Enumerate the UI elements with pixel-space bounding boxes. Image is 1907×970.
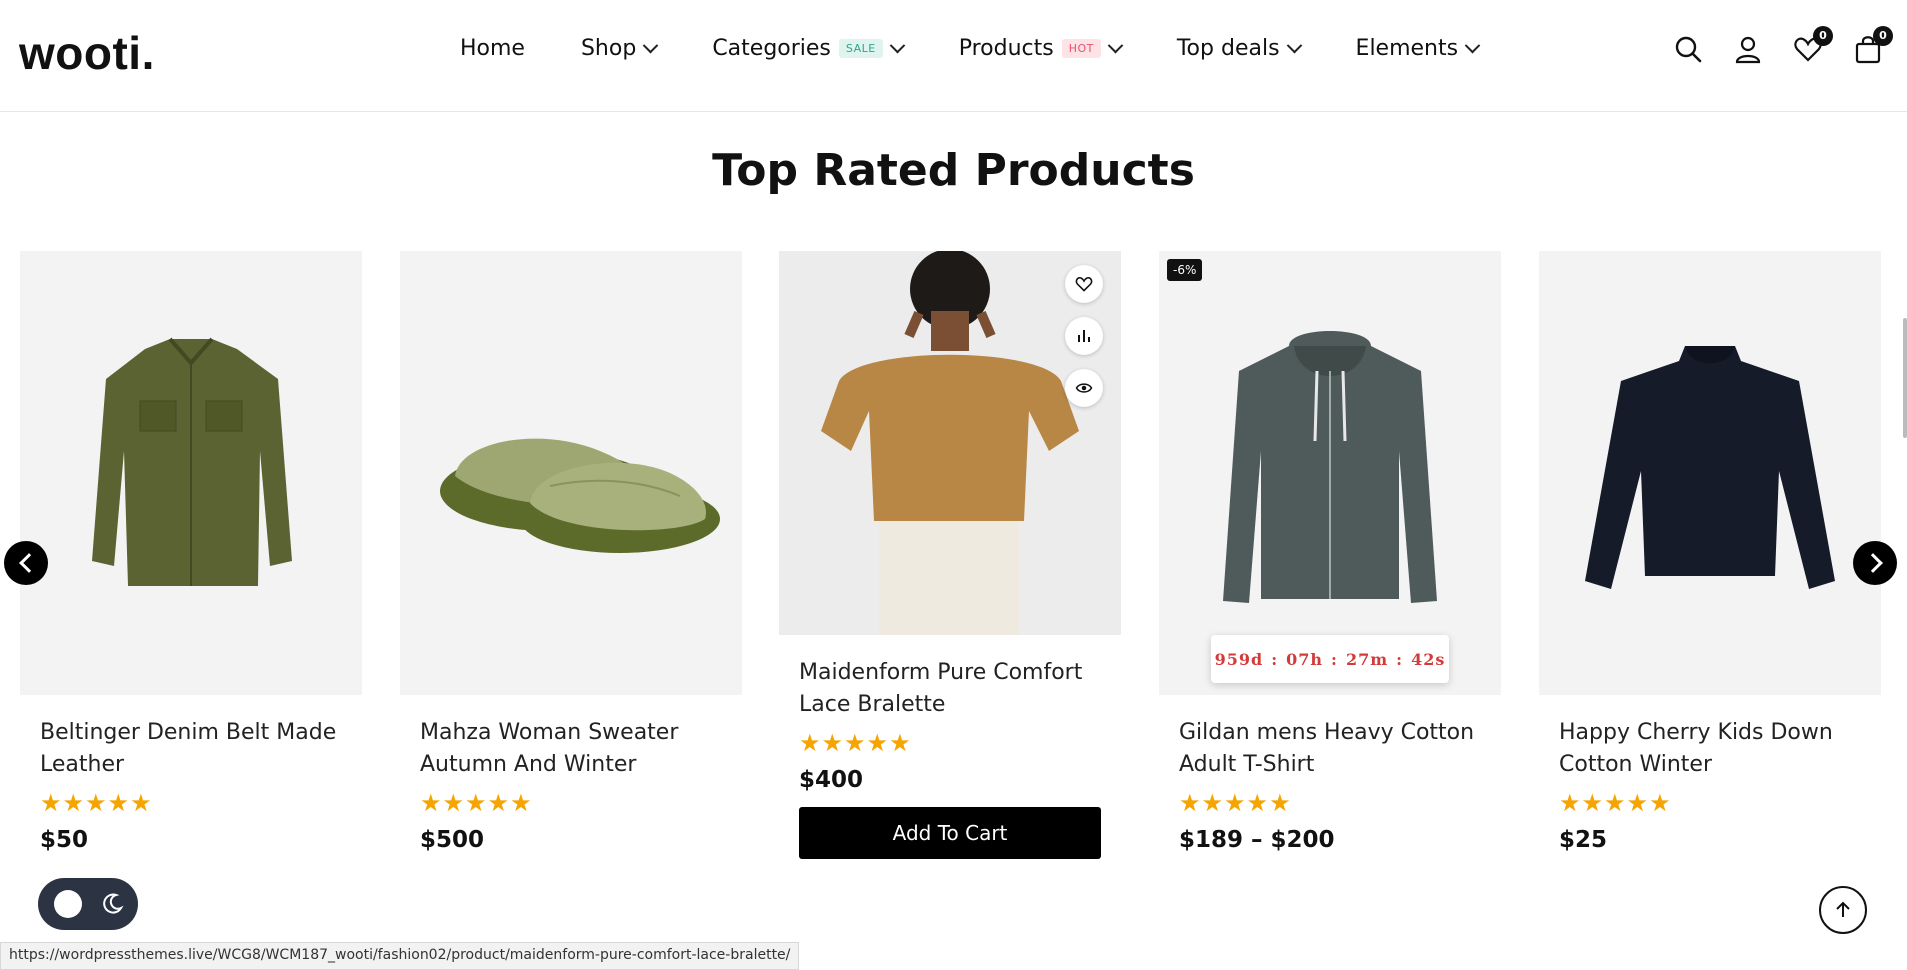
product-title-line: Maidenform Pure Comfort: [799, 660, 1083, 685]
rating-stars: ★★★★★: [799, 729, 912, 757]
user-icon[interactable]: [1733, 34, 1763, 64]
product-title-line: Lace Bralette: [799, 692, 946, 717]
rating-stars: ★★★★★: [40, 789, 153, 817]
product-title[interactable]: Mahza Woman Sweater Autumn And Winter: [420, 717, 742, 781]
rating-stars: ★★★★★: [1559, 789, 1672, 817]
chevron-left-icon: [18, 553, 39, 573]
product-title-line: Gildan mens Heavy Cotton: [1179, 720, 1475, 745]
nav-home[interactable]: Home: [460, 36, 525, 61]
nav-label: Shop: [580, 36, 637, 61]
heart-icon[interactable]: [1065, 265, 1103, 303]
product-card[interactable]: Maidenform Pure Comfort Lace Bralette ★★★…: [779, 251, 1121, 859]
nav-label: Categories: [712, 36, 831, 61]
hoodie-image: [1223, 331, 1437, 603]
nav-shop[interactable]: Shop: [580, 36, 659, 61]
carousel-prev-button[interactable]: [4, 541, 48, 585]
add-to-cart-button[interactable]: Add To Cart: [799, 807, 1101, 859]
product-title-line: Mahza Woman Sweater: [420, 720, 679, 745]
sale-countdown: 959d: 07h: 27m: 42s: [1211, 635, 1449, 683]
sale-badge: SALE: [838, 39, 883, 58]
page-scrollbar[interactable]: [1903, 318, 1907, 438]
nav-label: Top deals: [1176, 36, 1280, 61]
sweater-image: [1585, 346, 1835, 589]
product-title-line: Happy Cherry Kids Down: [1559, 720, 1833, 745]
product-title-line: Leather: [40, 752, 125, 777]
nav-label: Products: [958, 36, 1054, 61]
nav-products[interactable]: Products HOT: [958, 36, 1124, 61]
product-price: $50: [40, 827, 89, 853]
bag-icon[interactable]: 0: [1853, 26, 1893, 64]
product-image[interactable]: [20, 251, 362, 695]
carousel-next-button[interactable]: [1853, 541, 1897, 585]
product-card[interactable]: -6% 959d: 07h: 27m: 42s Gildan mens Heav…: [1159, 251, 1501, 853]
site-logo[interactable]: wooti.: [19, 26, 155, 80]
discount-badge: -6%: [1167, 259, 1203, 281]
product-image[interactable]: [1539, 251, 1881, 695]
chevron-down-icon: [1107, 37, 1124, 54]
rating-stars: ★★★★★: [1179, 789, 1292, 817]
product-title[interactable]: Maidenform Pure Comfort Lace Bralette: [799, 657, 1121, 721]
product-title-line: Autumn And Winter: [420, 752, 637, 777]
arrow-up-icon: [1836, 901, 1850, 917]
product-price: $500: [420, 827, 485, 853]
dark-mode-toggle[interactable]: [38, 878, 138, 930]
countdown-days: 959d: [1214, 649, 1264, 669]
slippers-image: [440, 438, 720, 553]
chevron-down-icon: [889, 37, 905, 54]
compare-icon[interactable]: [1065, 317, 1103, 355]
shirt-image: [92, 337, 292, 586]
chevron-down-icon: [643, 37, 659, 54]
product-price: $25: [1559, 827, 1608, 853]
product-image[interactable]: [779, 251, 1121, 635]
cart-count: 0: [1873, 26, 1893, 46]
chevron-right-icon: [1862, 553, 1883, 573]
nav-elements[interactable]: Elements: [1355, 36, 1481, 61]
product-image[interactable]: -6% 959d: 07h: 27m: 42s: [1159, 251, 1501, 695]
rating-stars: ★★★★★: [420, 789, 533, 817]
scroll-to-top-button[interactable]: [1819, 886, 1867, 934]
nav-label: Home: [460, 36, 525, 61]
product-card[interactable]: Happy Cherry Kids Down Cotton Winter ★★★★…: [1539, 251, 1881, 853]
product-image[interactable]: [400, 251, 742, 695]
countdown-hours: 07h: [1286, 649, 1324, 669]
hot-badge: HOT: [1061, 39, 1101, 58]
section-title: Top Rated Products: [712, 145, 1195, 196]
moon-icon: [103, 893, 124, 914]
product-title[interactable]: Beltinger Denim Belt Made Leather: [40, 717, 362, 781]
heart-icon[interactable]: 0: [1793, 26, 1833, 64]
search-icon[interactable]: [1673, 34, 1703, 64]
header-icons: 0 0: [1673, 26, 1893, 64]
status-bar-url: https://wordpressthemes.live/WCG8/WCM187…: [0, 942, 800, 970]
nav-categories[interactable]: Categories SALE: [712, 36, 905, 61]
site-header: wooti. Home Shop Categories SALE Products…: [0, 0, 1907, 112]
product-price: $400: [799, 767, 864, 793]
chevron-down-icon: [1286, 37, 1302, 54]
wishlist-count: 0: [1813, 26, 1833, 46]
product-card[interactable]: Beltinger Denim Belt Made Leather ★★★★★ $…: [20, 251, 362, 853]
product-price: $189 – $200: [1179, 827, 1335, 853]
product-title-line: Adult T-Shirt: [1179, 752, 1315, 777]
nav-top-deals[interactable]: Top deals: [1176, 36, 1302, 61]
toggle-knob: [54, 890, 82, 918]
chevron-down-icon: [1464, 37, 1481, 54]
quick-actions: [1065, 265, 1103, 407]
product-title-line: Beltinger Denim Belt Made: [40, 720, 337, 745]
product-title-line: Cotton Winter: [1559, 752, 1713, 777]
countdown-seconds: 42s: [1411, 649, 1446, 669]
countdown-minutes: 27m: [1345, 649, 1389, 669]
product-title[interactable]: Happy Cherry Kids Down Cotton Winter: [1559, 717, 1881, 781]
eye-icon[interactable]: [1065, 369, 1103, 407]
product-title[interactable]: Gildan mens Heavy Cotton Adult T-Shirt: [1179, 717, 1501, 781]
nav-label: Elements: [1355, 36, 1459, 61]
product-card[interactable]: Mahza Woman Sweater Autumn And Winter ★★★…: [400, 251, 742, 853]
main-nav: Home Shop Categories SALE Products HOT Top…: [460, 36, 1534, 61]
